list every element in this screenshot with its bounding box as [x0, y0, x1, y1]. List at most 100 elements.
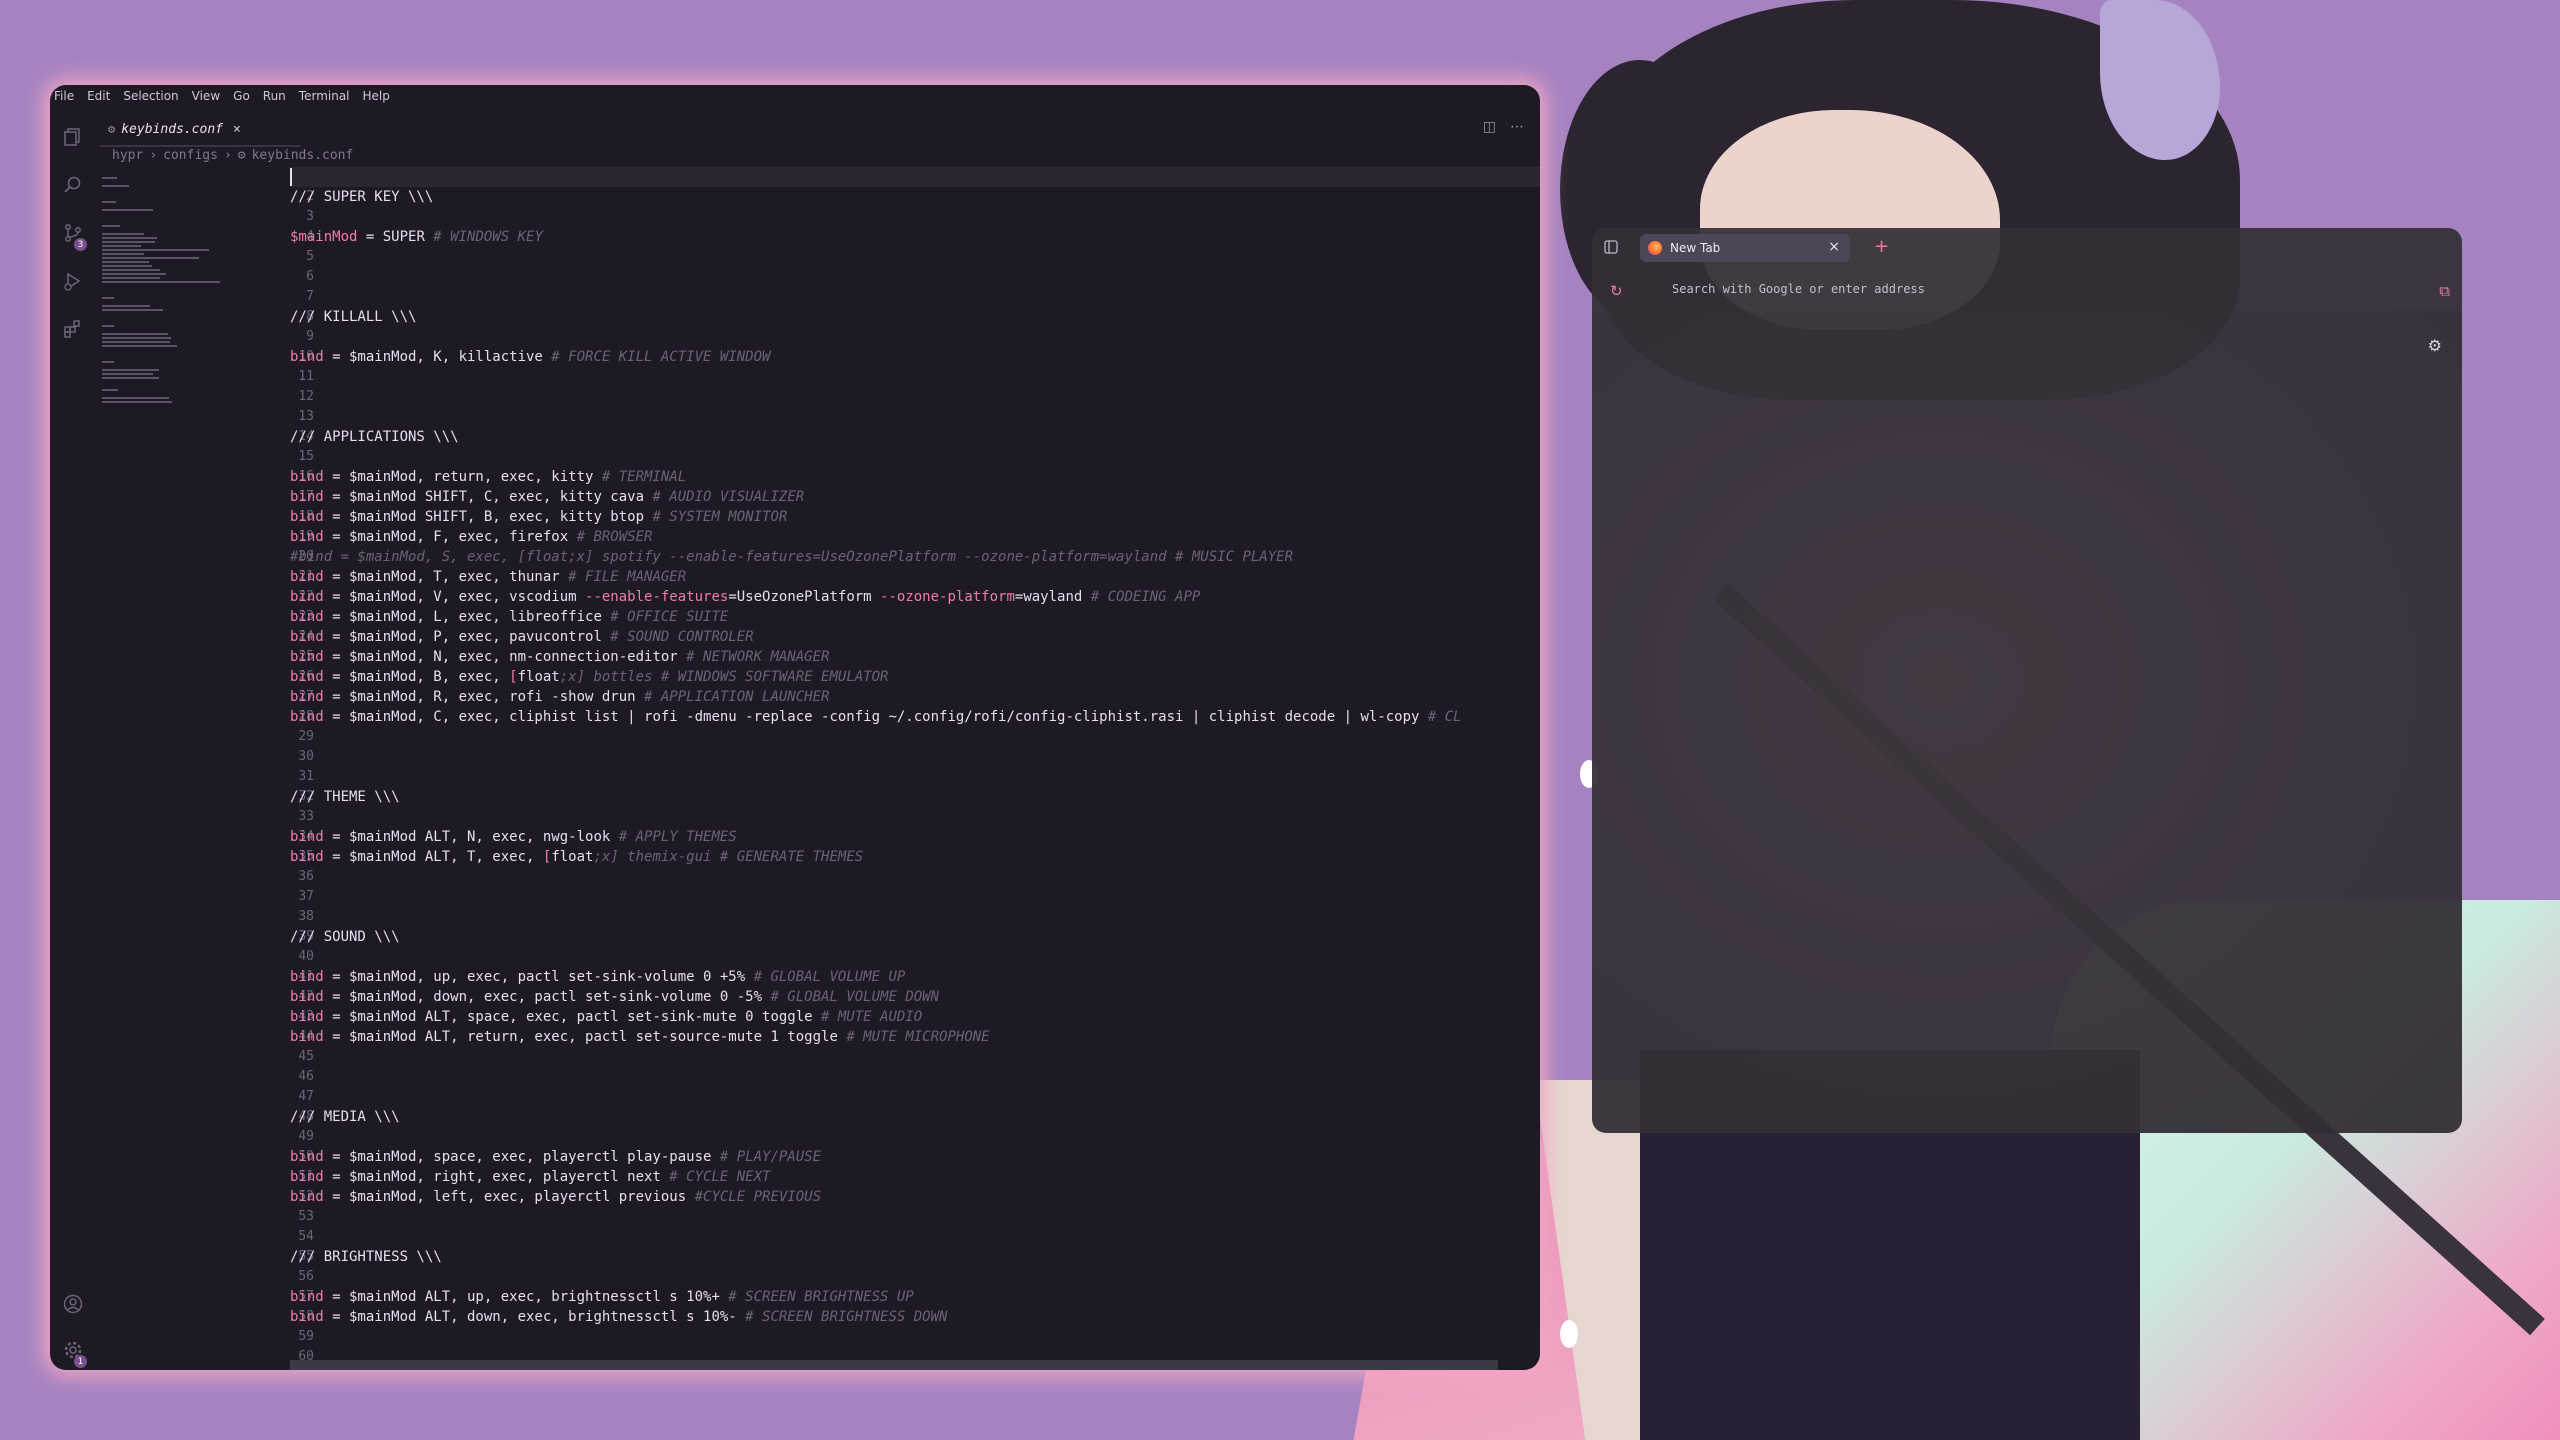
chevron-right-icon: ›	[223, 147, 232, 163]
code-line: bind = $mainMod SHIFT, B, exec, kitty bt…	[290, 509, 788, 525]
tab-label: keybinds.conf	[121, 121, 223, 137]
close-icon[interactable]: ×	[1828, 239, 1840, 255]
menu-file[interactable]: File	[54, 89, 74, 103]
source-control-badge: 3	[74, 238, 87, 251]
minimap-line	[102, 389, 119, 391]
menu-edit[interactable]: Edit	[87, 89, 110, 103]
menu-bar: File Edit Selection View Go Run Terminal…	[50, 85, 1540, 107]
code-line: bind = $mainMod, B, exec, [float;x] bott…	[290, 669, 889, 685]
minimap-line	[102, 309, 164, 311]
code-line: bind = $mainMod ALT, N, exec, nwg-look #…	[290, 829, 737, 845]
minimap-line	[102, 177, 118, 179]
code-line: bind = $mainMod SHIFT, C, exec, kitty ca…	[290, 489, 805, 505]
minimap-line	[102, 369, 159, 371]
gear-icon[interactable]: ⚙	[2428, 336, 2442, 355]
minimap-line	[102, 241, 156, 243]
config-file-icon: ⚙	[108, 122, 116, 136]
code-line: #bind = $mainMod, S, exec, [float;x] spo…	[290, 549, 1294, 565]
breadcrumb-item[interactable]: configs	[163, 148, 218, 163]
code-line: bind = $mainMod ALT, return, exec, pactl…	[290, 1029, 990, 1045]
search-icon[interactable]	[63, 175, 83, 195]
extensions-icon[interactable]	[63, 319, 83, 339]
minimap-line	[102, 361, 114, 363]
extensions-icon[interactable]: ⧉	[2439, 282, 2450, 300]
editor-tab-row: ⚙ keybinds.conf ×	[96, 115, 1540, 149]
more-actions-icon[interactable]: ⋯	[1510, 119, 1524, 135]
new-tab-button[interactable]: +	[1874, 236, 1889, 257]
chevron-right-icon: ›	[149, 147, 158, 163]
minimap-line	[102, 257, 200, 259]
code-line: bind = $mainMod, space, exec, playerctl …	[290, 1149, 822, 1165]
code-line: bind = $mainMod, T, exec, thunar # FILE …	[290, 569, 687, 585]
code-line: bind = $mainMod, N, exec, nm-connection-…	[290, 649, 830, 665]
code-line: bind = $mainMod ALT, down, exec, brightn…	[290, 1309, 948, 1325]
code-line: bind = $mainMod, left, exec, playerctl p…	[290, 1189, 822, 1205]
minimap-line	[102, 237, 157, 239]
minimap-line	[102, 201, 116, 203]
code-line: bind = $mainMod, P, exec, pavucontrol # …	[290, 629, 754, 645]
vscode-window: File Edit Selection View Go Run Terminal…	[50, 85, 1540, 1370]
minimap-line	[102, 281, 220, 283]
reload-icon[interactable]: ↻	[1610, 282, 1623, 300]
code-line: bind = $mainMod, down, exec, pactl set-s…	[290, 989, 940, 1005]
code-editor[interactable]: /// SUPER KEY \\\ $mainMod = SUPER # WIND…	[290, 167, 1540, 1370]
minimap-line	[102, 209, 154, 211]
minimap-line	[102, 377, 159, 379]
menu-terminal[interactable]: Terminal	[299, 89, 350, 103]
tab-new-tab[interactable]: New Tab ×	[1640, 234, 1850, 262]
menu-view[interactable]: View	[192, 89, 220, 103]
files-icon[interactable]	[63, 127, 83, 147]
code-line: bind = $mainMod, V, exec, vscodium --ena…	[290, 589, 1201, 605]
account-icon[interactable]	[63, 1294, 83, 1314]
breadcrumb-item[interactable]: hypr	[112, 148, 143, 163]
url-bar[interactable]: Search with Google or enter address	[1672, 276, 2312, 302]
code-line: bind = $mainMod ALT, T, exec, [float;x] …	[290, 849, 864, 865]
code-line: bind = $mainMod, up, exec, pactl set-sin…	[290, 969, 906, 985]
breadcrumb-item[interactable]: keybinds.conf	[252, 148, 354, 163]
minimap-line	[102, 297, 114, 299]
minimap-line	[102, 325, 114, 327]
code-line: bind = $mainMod, F, exec, firefox # BROW…	[290, 529, 653, 545]
sidebar-icon[interactable]	[1604, 240, 1618, 254]
split-editor-icon[interactable]: ◫	[1483, 119, 1496, 135]
minimap-line	[102, 341, 170, 343]
code-line: /// SOUND \\\	[290, 929, 400, 945]
code-line: bind = $mainMod, K, killactive # FORCE K…	[290, 349, 771, 365]
minimap-line	[102, 185, 129, 187]
minimap-line	[102, 333, 168, 335]
code-line: bind = $mainMod, C, exec, cliphist list …	[290, 709, 1462, 725]
horizontal-scrollbar[interactable]	[290, 1360, 1498, 1370]
url-bar-placeholder: Search with Google or enter address	[1672, 282, 1925, 296]
minimap-line	[102, 337, 172, 339]
minimap-line	[102, 397, 169, 399]
browser-tab-title: New Tab	[1670, 241, 1721, 255]
minimap-line	[102, 277, 160, 279]
code-line: /// BRIGHTNESS \\\	[290, 1249, 442, 1265]
menu-help[interactable]: Help	[363, 89, 390, 103]
minimap-line	[102, 249, 210, 251]
minimap-line	[102, 265, 152, 267]
code-line: $mainMod = SUPER # WINDOWS KEY	[290, 229, 543, 245]
minimap-line	[102, 253, 145, 255]
menu-selection[interactable]: Selection	[123, 89, 178, 103]
tab-keybinds-conf[interactable]: ⚙ keybinds.conf ×	[108, 115, 241, 143]
editor-actions: ◫ ⋯	[1483, 119, 1524, 135]
code-line: /// APPLICATIONS \\\	[290, 429, 459, 445]
code-line: bind = $mainMod, right, exec, playerctl …	[290, 1169, 771, 1185]
new-tab-page	[1592, 310, 2462, 1133]
minimap[interactable]	[102, 167, 222, 527]
run-debug-icon[interactable]	[63, 271, 83, 291]
code-line: /// THEME \\\	[290, 789, 400, 805]
current-line-highlight	[290, 167, 1540, 187]
menu-run[interactable]: Run	[263, 89, 286, 103]
close-icon[interactable]: ×	[233, 122, 241, 137]
breadcrumb: hypr › configs › ⚙ keybinds.conf	[112, 145, 353, 165]
minimap-line	[102, 345, 177, 347]
code-line: /// MEDIA \\\	[290, 1109, 400, 1125]
minimap-line	[102, 305, 150, 307]
wallpaper-pattern-dot	[1560, 1320, 1578, 1348]
menu-go[interactable]: Go	[233, 89, 250, 103]
minimap-line	[102, 233, 145, 235]
code-line: /// KILLALL \\\	[290, 309, 417, 325]
minimap-line	[102, 373, 154, 375]
